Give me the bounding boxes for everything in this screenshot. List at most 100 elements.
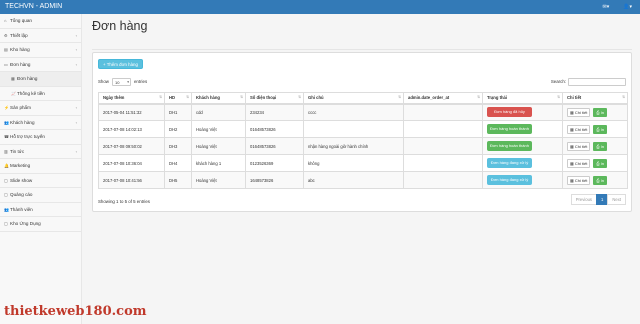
- previous-page-button[interactable]: Previous: [570, 194, 598, 205]
- cell-status: Đơn hàng đang xử lý: [482, 154, 563, 172]
- table-row: 2017-07-08 14:02:13 DH2 Hoàng Việt 01648573…: [98, 120, 628, 138]
- column-header[interactable]: admin.date_order_at ⇅: [403, 92, 483, 105]
- cell-admin-date: [403, 137, 483, 155]
- column-header[interactable]: Ngày thêm ⇅: [98, 92, 165, 105]
- brand-title[interactable]: TECHVN - ADMIN: [5, 3, 62, 10]
- sort-icon: ⇅: [186, 95, 189, 99]
- sidebar-item[interactable]: ⌂ Tổng quan: [0, 14, 81, 29]
- cell-customer: cdd: [191, 103, 246, 121]
- detail-button[interactable]: ▦ Chi tiết: [567, 124, 591, 134]
- column-header[interactable]: Ghi chú ⇅: [303, 92, 404, 105]
- sort-icon: ⇅: [622, 95, 625, 99]
- cell-admin-date: [403, 171, 483, 189]
- cell-admin-date: [403, 103, 483, 121]
- column-header[interactable]: Chi tiết ⇅: [562, 92, 628, 105]
- print-button[interactable]: ⎙ In: [593, 124, 607, 134]
- sidebar-item[interactable]: ⚙ Thiết lập ‹: [0, 29, 81, 43]
- search-input[interactable]: [568, 78, 626, 86]
- sidebar-item[interactable]: ▥ Tin tức ‹: [0, 145, 81, 159]
- sidebar-item[interactable]: 👥Thành viên: [0, 203, 81, 217]
- cell-date: 2017-07-08 14:02:13: [98, 120, 165, 138]
- cell-admin-date: [403, 154, 483, 172]
- chevron-left-icon: ‹: [75, 105, 77, 110]
- pagination: Previous 1 Next: [570, 194, 626, 205]
- sidebar-item-label: Kho Ứng Dụng: [10, 221, 41, 226]
- sidebar: ⌂ Tổng quan ⚙ Thiết lập ‹ ▤ Kho hàng ‹ ▭ Đơn hàng…: [0, 14, 82, 324]
- print-button[interactable]: ⎙ In: [593, 158, 607, 168]
- cell-customer: khách hàng 1: [191, 154, 246, 172]
- sidebar-item-label: Thiết lập: [10, 32, 28, 38]
- sidebar-item[interactable]: 👥Khách hàng ‹: [0, 116, 81, 130]
- envelope-icon[interactable]: ✉▾: [603, 4, 610, 10]
- cell-status: Đơn hàng hoàn thành: [482, 120, 563, 138]
- status-badge[interactable]: Đơn hàng hoàn thành: [487, 124, 532, 134]
- detail-button[interactable]: ▦ Chi tiết: [567, 175, 591, 185]
- sidebar-item-label: Slide show: [10, 177, 33, 183]
- cell-customer: Hoàng Việt: [191, 120, 246, 138]
- cell-status: Đơn hàng đang xử lý: [482, 171, 563, 189]
- watermark: thietkeweb180.com: [4, 304, 147, 319]
- add-order-button[interactable]: + Thêm đơn hàng: [98, 59, 143, 69]
- column-header-label: Khách hàng: [196, 95, 220, 101]
- column-header[interactable]: Khách hàng ⇅: [191, 92, 246, 105]
- column-header[interactable]: HD ⇅: [164, 92, 192, 105]
- status-badge[interactable]: Đơn hàng đang xử lý: [487, 158, 532, 168]
- chevron-left-icon: ‹: [75, 119, 77, 125]
- table-row: 2017-07-08 09:50:02 DH3 Hoàng Việt 01648573…: [98, 137, 628, 155]
- sidebar-item[interactable]: ▢ Quảng cáo: [0, 188, 81, 203]
- column-header[interactable]: Số điện thoại ⇅: [245, 92, 304, 105]
- chevron-down-icon: ▾: [127, 80, 129, 84]
- entries-label: entries: [133, 79, 148, 84]
- sidebar-item[interactable]: 📈Thống kê tiền: [0, 87, 81, 101]
- sidebar-item[interactable]: 🔔Marketing: [0, 159, 81, 174]
- column-header[interactable]: Trạng thái ⇅: [482, 92, 563, 105]
- page-length-value: 10: [114, 80, 120, 85]
- sidebar-item[interactable]: ☎Hỗ trợ trực tuyến: [0, 130, 81, 145]
- status-badge[interactable]: Đơn hàng đang xử lý: [487, 175, 532, 185]
- sidebar-item-label: Sản phẩm: [10, 105, 31, 110]
- cell-hd: DH4: [164, 154, 192, 172]
- print-button[interactable]: ⎙ In: [593, 175, 607, 185]
- orders-panel: + Thêm đơn hàng Show 10 ▾ entries Search:…: [92, 52, 632, 212]
- detail-button[interactable]: ▦ Chi tiết: [567, 158, 591, 168]
- sidebar-item-label: Marketing: [10, 163, 31, 168]
- page-length-select[interactable]: 10 ▾: [111, 78, 131, 86]
- sidebar-item-label: Khách hàng: [10, 119, 35, 125]
- cell-phone: 1648573826: [245, 171, 304, 189]
- sidebar-item-label: Đơn hàng: [10, 61, 31, 67]
- chevron-left-icon: ‹: [75, 47, 77, 52]
- sort-icon: ⇅: [298, 95, 301, 99]
- sidebar-item-label: Tin tức: [10, 148, 25, 154]
- cell-hd: DH3: [164, 137, 192, 155]
- user-icon[interactable]: 👤▾: [623, 4, 632, 10]
- table-row: 2017-07-08 10:41:56 DH5 Hoàng Việt 16485738…: [98, 171, 628, 189]
- column-header-label: Chi tiết: [567, 95, 582, 101]
- sidebar-item-label: Thành viên: [10, 206, 33, 212]
- print-button[interactable]: ⎙ In: [593, 141, 607, 151]
- cell-admin-date: [403, 120, 483, 138]
- column-header-label: admin.date_order_at: [408, 95, 450, 101]
- sidebar-item[interactable]: ▦ Đơn hàng: [0, 72, 81, 87]
- sidebar-item[interactable]: ▢ Kho Ứng Dụng: [0, 217, 81, 232]
- sidebar-item[interactable]: ▭ Đơn hàng ‹: [0, 58, 81, 72]
- orders-table: Ngày thêm ⇅ HD ⇅ Khách hàng ⇅ Số điện thoại ⇅ Gh…: [98, 92, 628, 189]
- status-badge[interactable]: Đơn hàng hoàn thành: [487, 141, 532, 151]
- divider: [92, 49, 632, 50]
- chevron-left-icon: ‹: [75, 32, 77, 38]
- cell-phone: 234234: [245, 103, 304, 121]
- print-button[interactable]: ⎙ In: [593, 107, 607, 117]
- cell-hd: DH2: [164, 120, 192, 138]
- next-page-button[interactable]: Next: [607, 194, 626, 205]
- sidebar-item[interactable]: ▢ Slide show: [0, 174, 81, 188]
- status-badge[interactable]: Đơn hàng đã hủy: [487, 107, 532, 118]
- cell-note: không: [303, 154, 404, 172]
- chevron-left-icon: ‹: [75, 61, 77, 67]
- sidebar-item-label: Kho hàng: [10, 47, 30, 52]
- sidebar-item-label: Thống kê tiền: [17, 90, 45, 96]
- detail-button[interactable]: ▦ Chi tiết: [567, 107, 591, 117]
- sort-icon: ⇅: [240, 95, 243, 99]
- sidebar-item[interactable]: ⚡Sản phẩm ‹: [0, 101, 81, 116]
- sidebar-item[interactable]: ▤ Kho hàng ‹: [0, 43, 81, 58]
- cell-hd: DH5: [164, 171, 192, 189]
- detail-button[interactable]: ▦ Chi tiết: [567, 141, 591, 151]
